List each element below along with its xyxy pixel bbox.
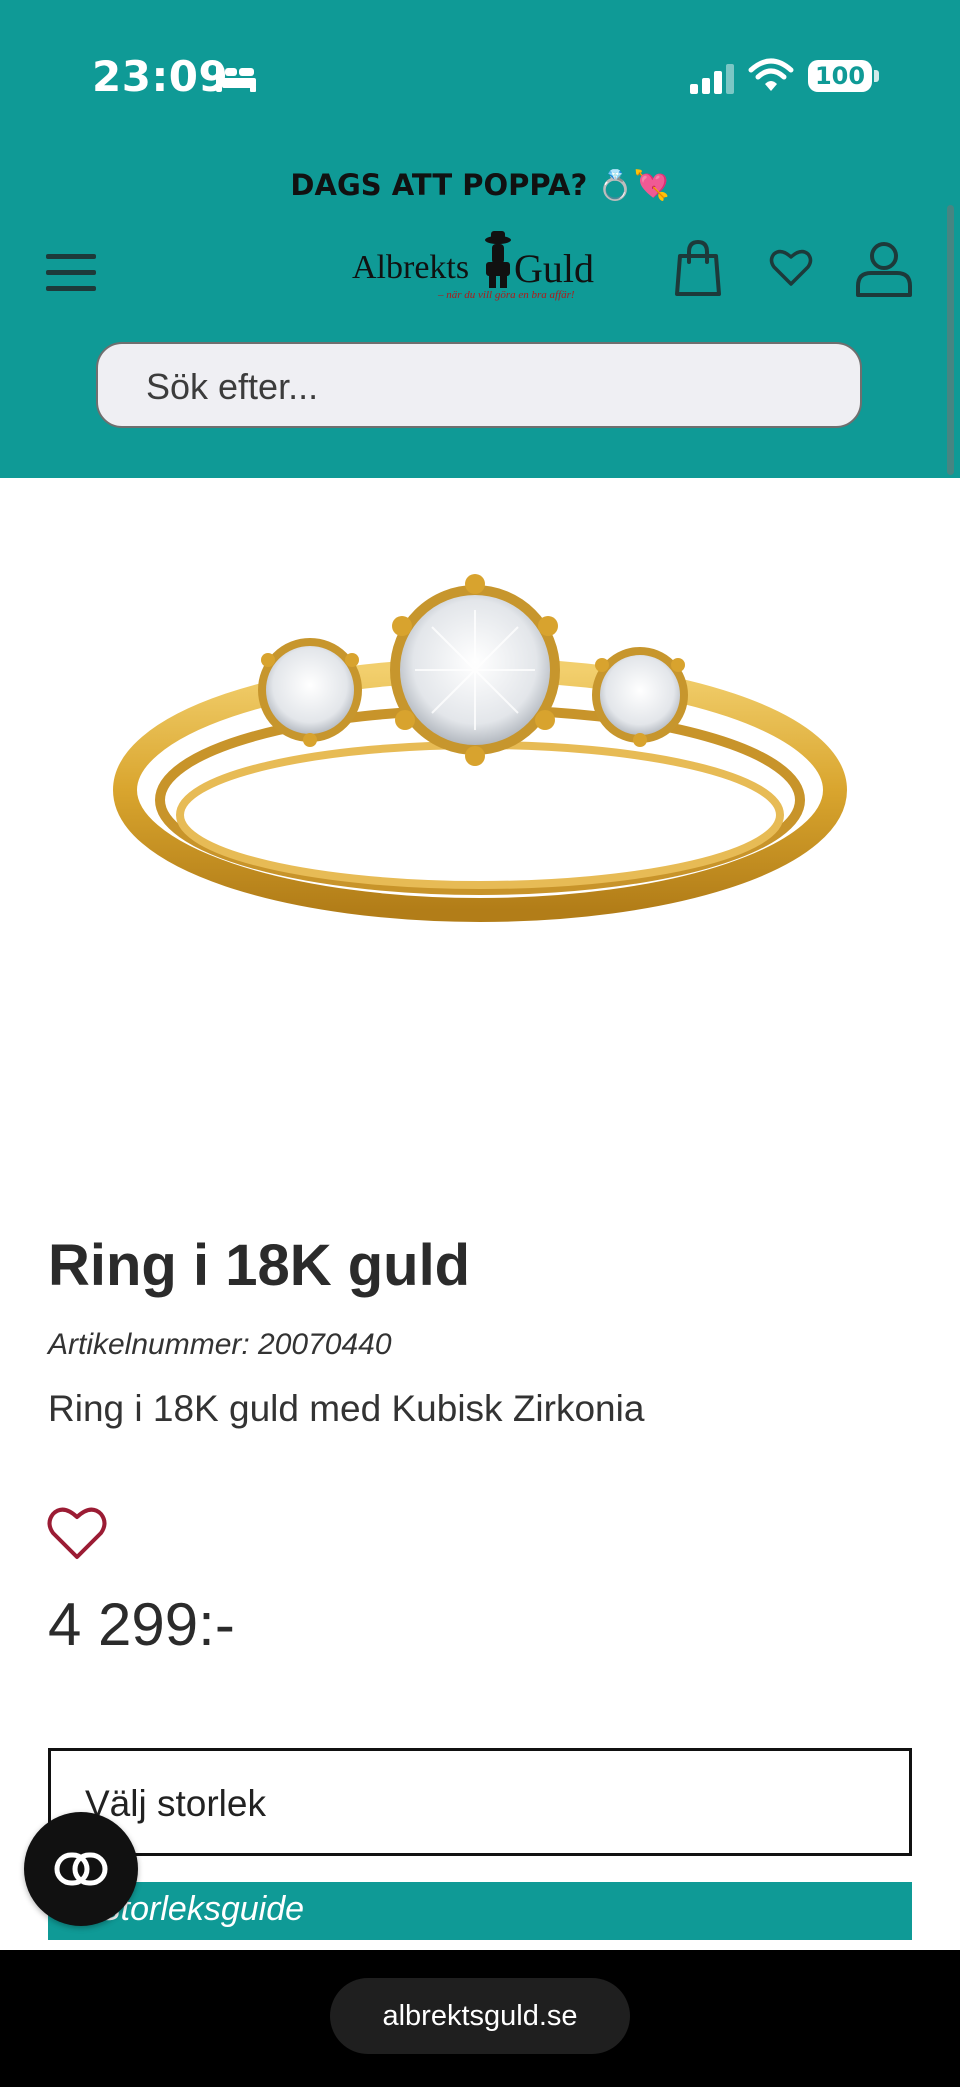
scrollbar[interactable] (947, 205, 954, 475)
size-select-label: Välj storlek (85, 1783, 266, 1824)
wifi-icon (748, 58, 794, 91)
size-guide-button[interactable]: Storleksguide (48, 1882, 912, 1940)
chat-button[interactable] (24, 1812, 138, 1926)
user-icon[interactable] (854, 240, 914, 298)
url-bar[interactable]: albrektsguld.se (330, 1978, 630, 2054)
url-text: albrektsguld.se (382, 2000, 578, 2032)
product-sku: Artikelnummer: 20070440 (48, 1328, 392, 1361)
battery-icon: 100 (808, 60, 872, 92)
logo-tagline: – när du vill göra en bra affär! (437, 289, 575, 301)
heart-icon[interactable] (768, 248, 814, 288)
bed-icon (216, 64, 256, 92)
product-description: Ring i 18K guld med Kubisk Zirkonia (48, 1388, 645, 1429)
logo[interactable]: Albrekts Guld – när du vill göra en bra … (348, 226, 618, 306)
signal-icon (690, 64, 734, 94)
status-time: 23:09 (92, 52, 229, 101)
svg-text:Guld: Guld (514, 246, 594, 291)
product-price: 4 299:- (48, 1591, 235, 1658)
search-input[interactable]: Sök efter... (96, 342, 862, 428)
site-header: 23:09 100 DAGS ATT POPPA? 💍💘 Albrekts Gu… (0, 0, 960, 478)
search-placeholder: Sök efter... (146, 366, 319, 407)
product-image[interactable] (110, 560, 850, 940)
chat-icon (54, 1852, 108, 1886)
cart-icon[interactable] (672, 238, 724, 298)
size-select[interactable]: Välj storlek (48, 1748, 912, 1856)
product-title: Ring i 18K guld (48, 1233, 471, 1298)
promo-banner[interactable]: DAGS ATT POPPA? 💍💘 (0, 168, 960, 203)
battery-level: 100 (814, 62, 866, 90)
svg-text:Albrekts: Albrekts (352, 249, 469, 286)
menu-icon[interactable] (46, 252, 96, 294)
battery-cap (874, 70, 879, 82)
favorite-heart-icon[interactable] (46, 1504, 108, 1562)
